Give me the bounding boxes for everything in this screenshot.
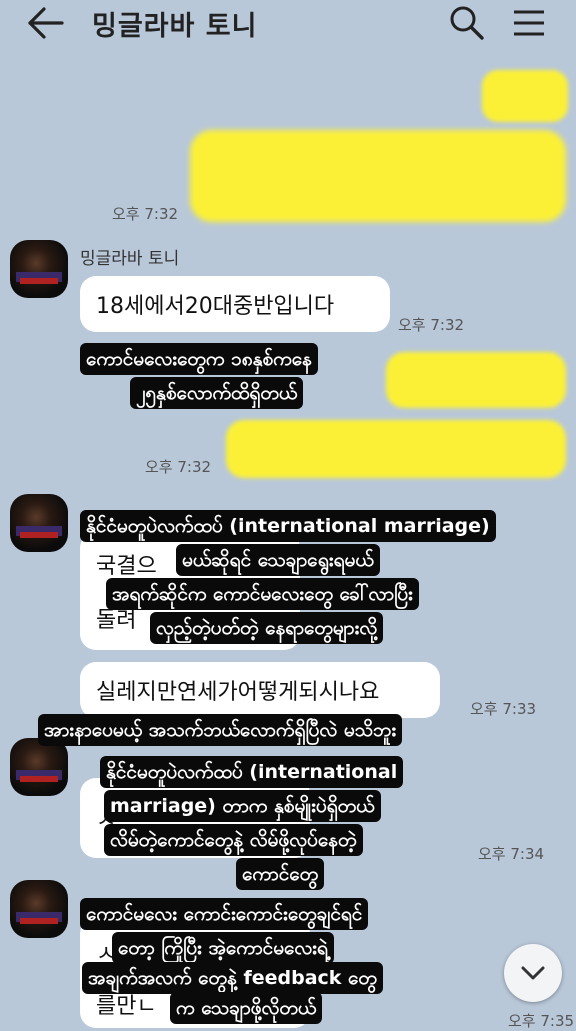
- message-time: 오후 7:32: [398, 316, 465, 334]
- subtitle-caption: လိမ်တဲ့ကောင်တွေနဲ့ လိမ်ဖို့လုပ်နေတဲ့: [104, 824, 363, 856]
- subtitle-caption: အားနာပေမယ့် အသက်ဘယ်လောက်ရှိပြီလဲ မသိဘူး: [38, 714, 403, 746]
- chat-title: 밍글라바 토니: [92, 11, 258, 42]
- subtitle-caption: ကောင်တွေ: [236, 858, 325, 890]
- sender-avatar[interactable]: [10, 240, 68, 298]
- subtitle-caption: တော့ ကြိုပြီး အဲ့ကောင်မလေးရဲ့: [112, 932, 334, 964]
- my-message-bubble[interactable]: [482, 70, 568, 122]
- sender-avatar[interactable]: [10, 494, 68, 552]
- subtitle-caption: ကောင်မလေး ကောင်းကောင်းတွေချင်ရင်: [80, 898, 369, 930]
- chat-header: 밍글라바 토니: [0, 0, 576, 48]
- my-message-bubble[interactable]: [190, 130, 566, 222]
- message-time: 오후 7:32: [145, 458, 212, 476]
- my-message-bubble[interactable]: [226, 420, 566, 478]
- subtitle-caption: အချက်အလက် တွေနဲ့ feedback တွေ: [82, 962, 383, 994]
- sender-avatar[interactable]: [10, 738, 68, 796]
- back-arrow-icon[interactable]: [26, 6, 66, 40]
- subtitle-caption: ၂၅နှစ်လောက်ထိရှိတယ်: [130, 377, 304, 409]
- subtitle-caption: အရက်ဆိုင်က ကောင်မလေးတွေ ခေါ်လာပြီး: [106, 578, 419, 610]
- subtitle-caption: marriage) တာက နှစ်မျိုးပဲရှိတယ်: [104, 790, 381, 822]
- subtitle-caption: နိုင်ငံမတူပဲလက်ထပ် (international marria…: [80, 510, 496, 542]
- message-time: 오후 7:33: [470, 700, 537, 718]
- message-time: 오후 7:35: [508, 1012, 575, 1030]
- subtitle-caption: မယ်ဆိုရင် သေချာရွေးရမယ်: [176, 544, 380, 576]
- message-time: 오후 7:32: [112, 205, 179, 223]
- my-message-bubble[interactable]: [386, 352, 566, 408]
- message-time: 오후 7:34: [478, 845, 545, 863]
- chevron-down-icon: [521, 966, 545, 980]
- their-message-bubble[interactable]: 실레지만연세가어떻게되시나요: [80, 662, 440, 718]
- subtitle-caption: ကောင်မလေးတွေက ၁၈နှစ်ကနေ: [80, 343, 318, 375]
- subtitle-caption: က သေချာဖို့လိုတယ်: [170, 992, 323, 1024]
- subtitle-caption: လှည့်တဲ့ပတ်တဲ့ နေရာတွေများလို့: [150, 612, 384, 644]
- scroll-to-bottom-button[interactable]: [504, 944, 562, 1002]
- sender-avatar[interactable]: [10, 880, 68, 938]
- subtitle-caption: နိုင်ငံမတူပဲလက်ထပ် (international: [100, 756, 404, 788]
- their-message-bubble[interactable]: 18세에서20대중반입니다: [80, 276, 390, 332]
- search-icon[interactable]: [448, 4, 486, 42]
- sender-name: 밍글라바 토니: [80, 249, 180, 269]
- hamburger-menu-icon[interactable]: [510, 6, 548, 40]
